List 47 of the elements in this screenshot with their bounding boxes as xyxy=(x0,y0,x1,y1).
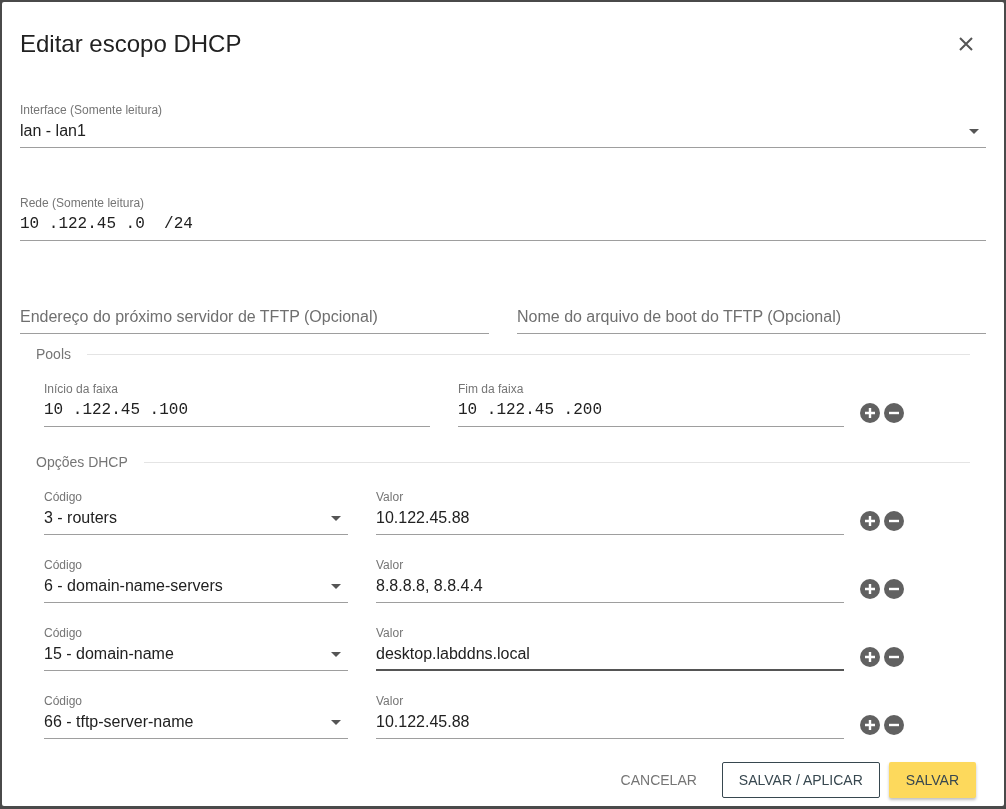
cancel-button[interactable]: CANCELAR xyxy=(604,762,713,798)
caret-icon xyxy=(331,583,341,589)
caret-icon xyxy=(331,651,341,657)
remove-icon[interactable] xyxy=(884,511,904,531)
field-label: Valor xyxy=(376,626,404,640)
add-icon[interactable] xyxy=(860,403,880,423)
input-field[interactable]: 10.122.45.88 xyxy=(376,708,844,739)
field-label: Código xyxy=(44,558,83,572)
caret-icon xyxy=(331,719,341,725)
interface-select[interactable]: lan - lan1 xyxy=(20,117,986,148)
field-label: Rede (Somente leitura) xyxy=(20,196,145,210)
save-button[interactable]: SALVAR xyxy=(888,762,976,798)
field-label: Código xyxy=(44,490,83,504)
field-label: Início da faixa xyxy=(44,382,119,396)
add-icon[interactable] xyxy=(860,647,880,667)
add-icon[interactable] xyxy=(860,715,880,735)
network-field[interactable]: 10 .122.45 .0 /24 xyxy=(20,210,986,241)
input-field[interactable]: Nome do arquivo de boot do TFTP (Opcional) xyxy=(517,303,986,334)
field-label: Valor xyxy=(376,694,404,708)
input-field[interactable]: 10 .122.45 .100 xyxy=(44,396,430,427)
input-field[interactable]: 8.8.8.8, 8.8.4.4 xyxy=(376,572,844,603)
code-select[interactable]: 3 - routers xyxy=(44,504,348,535)
section-title: Opções DHCP xyxy=(36,454,128,470)
remove-icon[interactable] xyxy=(884,579,904,599)
field-label: Código xyxy=(44,626,83,640)
input-field[interactable]: desktop.labddns.local xyxy=(376,640,844,671)
section-title: Pools xyxy=(36,346,72,362)
input-field[interactable]: 10.122.45.88 xyxy=(376,504,844,535)
code-select[interactable]: 66 - tftp-server-name xyxy=(44,708,348,739)
add-icon[interactable] xyxy=(860,579,880,599)
remove-icon[interactable] xyxy=(884,715,904,735)
code-select[interactable]: 15 - domain-name xyxy=(44,640,348,671)
dialog-title: Editar escopo DHCP xyxy=(20,30,242,58)
remove-icon[interactable] xyxy=(884,403,904,423)
field-label: Fim da faixa xyxy=(458,382,524,396)
field-label: Código xyxy=(44,694,83,708)
field-label: Interface (Somente leitura) xyxy=(20,103,163,117)
field-label: Valor xyxy=(376,490,404,504)
caret-icon xyxy=(969,128,979,134)
input-field[interactable]: Endereço do próximo servidor de TFTP (Opcional) xyxy=(20,303,489,334)
caret-icon xyxy=(331,515,341,521)
save-apply-button[interactable]: SALVAR / APLICAR xyxy=(721,762,880,798)
input-field[interactable]: 10 .122.45 .200 xyxy=(458,396,844,427)
field-label: Valor xyxy=(376,558,404,572)
add-icon[interactable] xyxy=(860,511,880,531)
remove-icon[interactable] xyxy=(884,647,904,667)
code-select[interactable]: 6 - domain-name-servers xyxy=(44,572,348,603)
